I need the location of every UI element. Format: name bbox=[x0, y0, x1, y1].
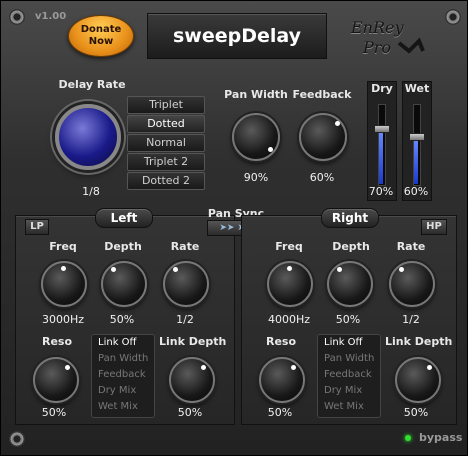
left-reso-knob[interactable] bbox=[33, 357, 79, 403]
right-rate-value: 1/2 bbox=[402, 313, 420, 326]
left-depth-knob[interactable] bbox=[101, 261, 147, 307]
link-item[interactable]: Pan Width bbox=[92, 351, 154, 367]
donate-label-2: Now bbox=[88, 36, 114, 47]
left-link-depth-knob[interactable] bbox=[169, 357, 215, 403]
left-link-depth-value: 50% bbox=[177, 406, 203, 419]
brand-logo: EnRey Pro bbox=[345, 13, 427, 59]
right-link-list: Link Off Pan Width Feedback Dry Mix Wet … bbox=[317, 334, 381, 418]
left-rate-label: Rate bbox=[170, 240, 200, 253]
wet-level-fill bbox=[414, 139, 418, 184]
dry-value: 70% bbox=[368, 185, 394, 198]
link-item[interactable]: Feedback bbox=[92, 367, 154, 383]
delay-mode-option[interactable]: Triplet 2 bbox=[127, 153, 205, 171]
left-freq-label: Freq bbox=[49, 240, 77, 253]
donate-label: Donate bbox=[80, 24, 122, 35]
wet-slider-handle[interactable] bbox=[409, 133, 425, 141]
link-item[interactable]: Link Off bbox=[318, 335, 380, 351]
right-freq-knob[interactable] bbox=[267, 261, 313, 307]
right-reso-value: 50% bbox=[267, 406, 293, 419]
feedback-value: 60% bbox=[309, 171, 335, 184]
right-link-depth-value: 50% bbox=[403, 406, 429, 419]
link-item[interactable]: Wet Mix bbox=[92, 399, 154, 415]
wet-slider-box: Wet bbox=[402, 81, 432, 201]
left-link-depth-label: Link Depth bbox=[159, 335, 227, 348]
dry-slider-handle[interactable] bbox=[374, 125, 390, 133]
right-channel-title: Right bbox=[321, 208, 379, 228]
wet-label: Wet bbox=[404, 82, 430, 95]
right-link-depth-label: Link Depth bbox=[385, 335, 453, 348]
right-depth-value: 50% bbox=[335, 313, 361, 326]
link-item[interactable]: Feedback bbox=[318, 367, 380, 383]
pan-width-label: Pan Width bbox=[224, 88, 288, 101]
delay-rate-value: 1/8 bbox=[82, 185, 100, 198]
right-freq-value: 4000Hz bbox=[267, 313, 311, 326]
link-item[interactable]: Dry Mix bbox=[318, 383, 380, 399]
right-depth-knob[interactable] bbox=[327, 261, 373, 307]
right-reso-knob[interactable] bbox=[259, 357, 305, 403]
right-reso-label: Reso bbox=[265, 335, 297, 348]
left-reso-value: 50% bbox=[41, 406, 67, 419]
feedback-knob[interactable] bbox=[299, 113, 347, 161]
left-filter-type[interactable]: LP bbox=[25, 219, 49, 235]
delay-rate-label: Delay Rate bbox=[58, 78, 126, 91]
right-rate-knob[interactable] bbox=[389, 261, 435, 307]
wet-value: 60% bbox=[403, 185, 429, 198]
bypass-led-icon bbox=[405, 435, 411, 441]
screw-icon bbox=[9, 9, 25, 25]
right-depth-label: Depth bbox=[332, 240, 370, 253]
feedback-label: Feedback bbox=[292, 88, 352, 101]
pan-width-value: 90% bbox=[243, 171, 269, 184]
link-item[interactable]: Pan Width bbox=[318, 351, 380, 367]
delay-mode-option[interactable]: Triplet bbox=[127, 96, 205, 114]
svg-text:EnRey: EnRey bbox=[350, 18, 405, 37]
left-rate-value: 1/2 bbox=[176, 313, 194, 326]
svg-text:Pro: Pro bbox=[362, 38, 391, 57]
delay-rate-knob[interactable] bbox=[55, 104, 121, 170]
left-depth-label: Depth bbox=[104, 240, 142, 253]
right-link-depth-knob[interactable] bbox=[395, 357, 441, 403]
left-freq-knob[interactable] bbox=[41, 261, 87, 307]
pan-width-knob[interactable] bbox=[232, 113, 280, 161]
left-depth-value: 50% bbox=[109, 313, 135, 326]
dry-slider-box: Dry bbox=[367, 81, 397, 201]
right-freq-label: Freq bbox=[275, 240, 303, 253]
link-item[interactable]: Link Off bbox=[92, 335, 154, 351]
dry-label: Dry bbox=[371, 82, 393, 95]
right-filter-type[interactable]: HP bbox=[421, 219, 447, 235]
delay-mode-option-selected[interactable]: Dotted bbox=[127, 115, 205, 133]
delay-mode-option[interactable]: Dotted 2 bbox=[127, 172, 205, 190]
dry-level-fill bbox=[379, 131, 383, 184]
left-channel-title: Left bbox=[95, 208, 153, 228]
screw-icon bbox=[9, 431, 25, 447]
left-rate-knob[interactable] bbox=[163, 261, 209, 307]
donate-button[interactable]: Donate Now bbox=[68, 15, 134, 57]
right-rate-label: Rate bbox=[396, 240, 426, 253]
version-label: v1.00 bbox=[35, 11, 67, 22]
screw-icon bbox=[445, 9, 461, 25]
plugin-window: v1.00 Donate Now sweepDelay EnRey Pro Del… bbox=[0, 0, 468, 456]
link-item[interactable]: Wet Mix bbox=[318, 399, 380, 415]
logo-icon: EnRey Pro bbox=[350, 18, 425, 57]
left-freq-value: 3000Hz bbox=[41, 313, 85, 326]
bypass-button[interactable]: bypass bbox=[419, 431, 462, 444]
left-link-list: Link Off Pan Width Feedback Dry Mix Wet … bbox=[91, 334, 155, 418]
delay-mode-option[interactable]: Normal bbox=[127, 134, 205, 152]
plugin-title: sweepDelay bbox=[147, 13, 327, 59]
link-item[interactable]: Dry Mix bbox=[92, 383, 154, 399]
delay-mode-list: Triplet Dotted Normal Triplet 2 Dotted 2 bbox=[127, 96, 205, 191]
left-reso-label: Reso bbox=[41, 335, 73, 348]
